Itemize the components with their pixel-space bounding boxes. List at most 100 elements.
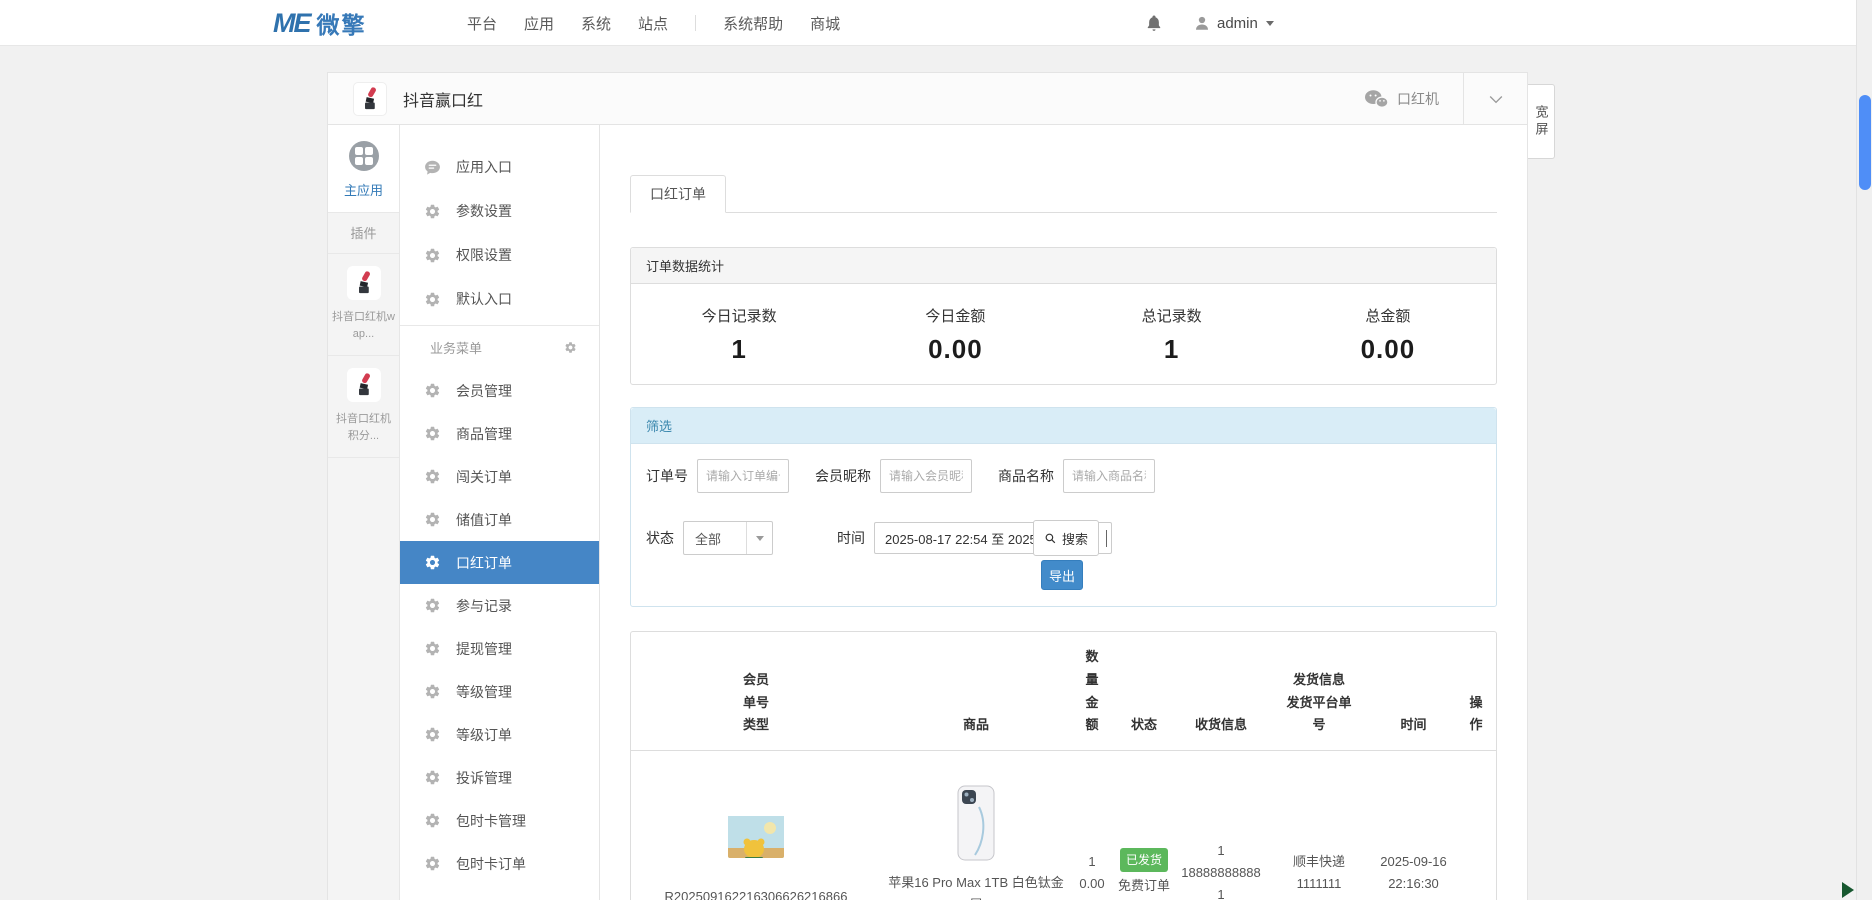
user-avatar-icon — [1193, 14, 1211, 32]
nav-item-help[interactable]: 系统帮助 — [723, 13, 783, 34]
stat-label: 今日记录数 — [631, 305, 847, 326]
user-menu[interactable]: admin — [1193, 14, 1274, 32]
nav-item-platform[interactable]: 平台 — [467, 13, 497, 34]
export-button[interactable]: 导出 — [1041, 560, 1083, 590]
cell-receiver-info: 1 18888888888 1 — [1175, 751, 1267, 900]
menu-item-label: 包时卡管理 — [456, 811, 526, 831]
menu-item-permission-settings[interactable]: 权限设置 — [400, 233, 599, 277]
menu-item-level-pass-orders[interactable]: 闯关订单 — [400, 455, 599, 498]
filter-row-2: 状态 全部 时间 搜索 — [646, 521, 1112, 555]
product-name: 苹果16 Pro Max 1TB 白色钛金属 — [885, 872, 1067, 900]
stat-label: 总金额 — [1280, 305, 1496, 326]
menu-section-business: 业务菜单 — [400, 325, 599, 369]
collapse-header-button[interactable] — [1463, 73, 1527, 124]
corner-arrow-icon — [1842, 882, 1854, 898]
menu-item-lipstick-orders[interactable]: 口红订单 — [400, 541, 599, 584]
status-select-value: 全部 — [684, 529, 746, 548]
menu-item-label: 储值订单 — [456, 510, 512, 530]
chevron-down-icon — [1266, 21, 1274, 26]
top-navbar-right: admin — [1145, 0, 1274, 46]
gear-icon — [424, 683, 441, 700]
menu-item-label: 闯关订单 — [456, 467, 512, 487]
filter-row-1: 订单号 会员昵称 商品名称 — [646, 459, 1155, 493]
channel-selector[interactable]: 口红机 — [1363, 88, 1463, 110]
nickname-input[interactable] — [880, 459, 972, 493]
nav-item-sites[interactable]: 站点 — [638, 13, 668, 34]
menu-item-level-orders[interactable]: 等级订单 — [400, 713, 599, 756]
cell-status: 已发货 免费订单 — [1113, 751, 1175, 900]
menu-item-complaint-mgmt[interactable]: 投诉管理 — [400, 756, 599, 799]
gear-icon — [424, 726, 441, 743]
gear-icon — [424, 247, 441, 264]
menu-item-withdrawal-mgmt[interactable]: 提现管理 — [400, 627, 599, 670]
order-no-input[interactable] — [697, 459, 789, 493]
main-app-label: 主应用 — [328, 180, 399, 199]
menu-item-label: 商品管理 — [456, 424, 512, 444]
chevron-down-icon — [1486, 89, 1506, 109]
tab-lipstick-orders[interactable]: 口红订单 — [630, 175, 726, 213]
text-cursor — [1106, 530, 1107, 547]
nav-item-system[interactable]: 系统 — [581, 13, 611, 34]
menu-item-label: 等级管理 — [456, 682, 512, 702]
product-name-input[interactable] — [1063, 459, 1155, 493]
col-actions: 操 作 — [1456, 632, 1496, 751]
gear-icon — [424, 855, 441, 872]
notification-bell-icon[interactable] — [1145, 14, 1163, 32]
wechat-icon — [1363, 88, 1389, 110]
menu-item-label: 应用入口 — [456, 157, 512, 177]
col-shipping-info: 发货信息 发货平台单 号 — [1267, 632, 1371, 751]
gear-icon[interactable] — [564, 341, 577, 354]
nav-item-store[interactable]: 商城 — [810, 13, 840, 34]
channel-label: 口红机 — [1397, 89, 1439, 109]
page-scrollbar[interactable] — [1856, 0, 1872, 900]
menu-item-member-mgmt[interactable]: 会员管理 — [400, 369, 599, 412]
stat-today-amount: 今日金额 0.00 — [847, 305, 1063, 365]
col-qty-amount: 数 量 金 额 — [1071, 632, 1113, 751]
grid-icon — [349, 141, 379, 171]
stat-total-amount: 总金额 0.00 — [1280, 305, 1496, 365]
logo-text: 微擎 — [317, 6, 367, 40]
col-receiver-info: 收货信息 — [1175, 632, 1267, 751]
search-button[interactable]: 搜索 — [1033, 520, 1099, 556]
menu-item-param-settings[interactable]: 参数设置 — [400, 189, 599, 233]
filter-panel-title: 筛选 — [631, 408, 1496, 444]
cell-actions — [1456, 751, 1496, 900]
lipstick-icon — [357, 86, 383, 112]
menu-item-time-card-orders[interactable]: 包时卡订单 — [400, 842, 599, 885]
order-number: R202509162216306626216866 — [656, 886, 856, 900]
stat-today-records: 今日记录数 1 — [631, 305, 847, 365]
gear-icon — [424, 554, 441, 571]
date-range-wrap: 搜索 — [874, 522, 1112, 554]
menu-item-level-mgmt[interactable]: 等级管理 — [400, 670, 599, 713]
app-header: 抖音赢口红 口红机 — [327, 72, 1528, 125]
rail-plugin-points[interactable]: 抖音口红机积分... — [328, 356, 399, 458]
menu-item-time-card-mgmt[interactable]: 包时卡管理 — [400, 799, 599, 842]
menu-item-participation-records[interactable]: 参与记录 — [400, 584, 599, 627]
menu-item-default-entry[interactable]: 默认入口 — [400, 277, 599, 321]
stat-value: 1 — [1064, 334, 1280, 365]
stat-label: 今日金额 — [847, 305, 1063, 326]
menu-item-app-entry[interactable]: 应用入口 — [400, 145, 599, 189]
rail-plugin-wap[interactable]: 抖音口红机wap... — [328, 254, 399, 356]
cell-product: 苹果16 Pro Max 1TB 白色钛金属 官方正品 — [881, 751, 1071, 900]
status-badge: 已发货 — [1120, 848, 1168, 872]
chat-bubble-icon — [424, 159, 441, 176]
menu-sidebar: 应用入口 参数设置 权限设置 默认入口 业务菜单 会员管理 商品管理 闯关订单 … — [400, 125, 600, 900]
product-name-label: 商品名称 — [998, 466, 1054, 486]
top-navbar: ME 微擎 平台 应用 系统 站点 系统帮助 商城 admin — [0, 0, 1856, 46]
menu-item-label: 口红订单 — [456, 553, 512, 573]
nav-item-apps[interactable]: 应用 — [524, 13, 554, 34]
status-select[interactable]: 全部 — [683, 521, 773, 555]
menu-item-label: 会员管理 — [456, 381, 512, 401]
scrollbar-thumb[interactable] — [1859, 95, 1871, 190]
rail-item-main-app[interactable]: 主应用 — [328, 125, 399, 213]
widescreen-toggle[interactable]: 宽屏 — [1528, 84, 1555, 159]
cell-qty-amount: 1 0.00 — [1071, 751, 1113, 900]
table-row: R202509162216306626216866 实体订单 苹果16 Pro … — [631, 751, 1496, 900]
menu-item-stored-value-orders[interactable]: 储值订单 — [400, 498, 599, 541]
menu-item-label: 权限设置 — [456, 245, 512, 265]
app-header-controls: 口红机 — [1363, 73, 1527, 124]
gear-icon — [424, 291, 441, 308]
menu-item-product-mgmt[interactable]: 商品管理 — [400, 412, 599, 455]
weengine-logo[interactable]: ME 微擎 — [273, 0, 367, 46]
